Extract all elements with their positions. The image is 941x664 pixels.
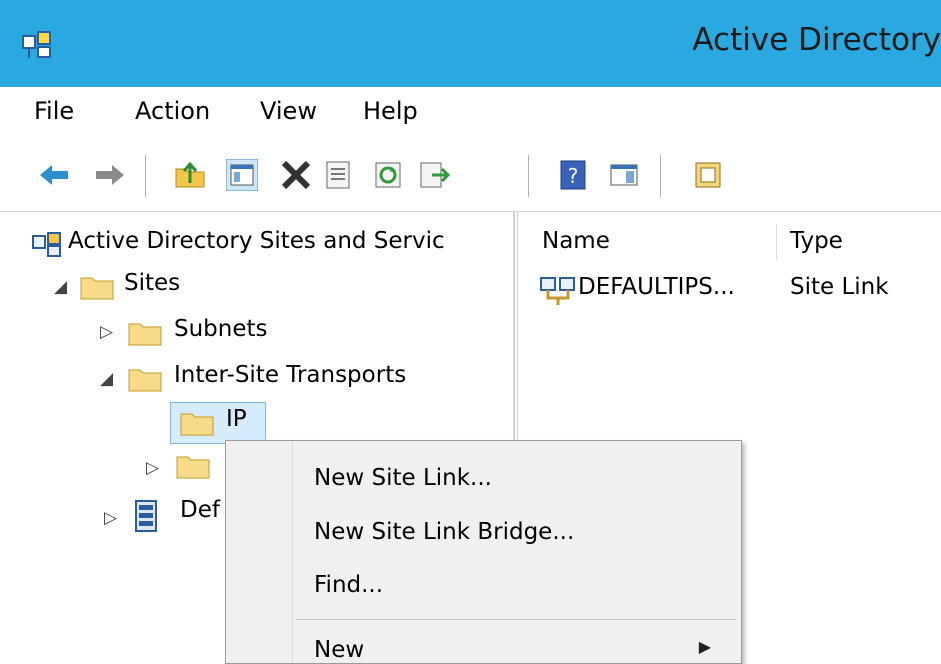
sites-and-services-icon (22, 31, 51, 58)
server-icon (135, 500, 157, 532)
refresh-icon[interactable] (372, 159, 404, 191)
column-divider[interactable] (776, 224, 777, 260)
folder-icon (176, 456, 210, 479)
menu-view[interactable]: View (260, 97, 317, 125)
svg-text:?: ? (568, 164, 579, 188)
show-hide-tree-icon[interactable] (226, 159, 258, 191)
toolbar-separator (660, 155, 661, 197)
submenu-arrow-icon: ▶ (698, 637, 711, 656)
column-header-type[interactable]: Type (790, 228, 843, 254)
list-item-type: Site Link (790, 274, 889, 300)
properties-icon[interactable] (322, 159, 354, 191)
folder-icon (128, 369, 162, 392)
menu-separator (296, 619, 736, 620)
action-pane-icon[interactable] (608, 159, 640, 191)
collapsed-arrow-icon[interactable]: ▷ (146, 458, 159, 478)
menu-help[interactable]: Help (363, 97, 418, 125)
expanded-arrow-icon[interactable]: ◢ (54, 277, 67, 297)
up-folder-icon[interactable] (174, 159, 206, 191)
folder-icon (128, 323, 162, 346)
tree-root-label[interactable]: Active Directory Sites and Servic (68, 228, 445, 254)
sites-and-services-icon (32, 232, 61, 257)
tree-item-inter-site-transports[interactable]: Inter-Site Transports (174, 362, 406, 388)
toolbar-separator (145, 155, 146, 197)
menu-action[interactable]: Action (135, 97, 210, 125)
new-window-icon[interactable] (692, 159, 724, 191)
menu-item-new-site-link[interactable]: New Site Link... (314, 465, 492, 491)
tree-item-sites[interactable]: Sites (124, 270, 180, 296)
delete-icon[interactable] (280, 159, 312, 191)
site-link-icon (540, 277, 575, 305)
collapsed-arrow-icon[interactable]: ▷ (104, 508, 117, 528)
back-icon[interactable] (38, 159, 70, 191)
menu-item-find[interactable]: Find... (314, 572, 383, 598)
toolbar-separator (528, 155, 529, 197)
tree-item-subnets[interactable]: Subnets (174, 316, 268, 342)
expanded-arrow-icon[interactable]: ◢ (100, 369, 113, 389)
toolbar: ? (0, 137, 941, 212)
folder-icon (180, 413, 214, 436)
collapsed-arrow-icon[interactable]: ▷ (100, 322, 113, 342)
tree-item-ip-label: IP (226, 406, 247, 432)
forward-icon[interactable] (94, 159, 126, 191)
help-icon[interactable]: ? (558, 159, 590, 191)
menu-item-new-site-link-bridge[interactable]: New Site Link Bridge... (314, 519, 574, 545)
list-item-name[interactable]: DEFAULTIPS... (578, 274, 735, 300)
menu-bar: File Action View Help (0, 87, 941, 137)
context-menu: New Site Link... New Site Link Bridge...… (225, 440, 742, 664)
export-list-icon[interactable] (418, 159, 450, 191)
folder-icon (80, 277, 114, 300)
tree-item-partial-label[interactable]: Def (180, 497, 220, 523)
window-title: Active Directory (692, 22, 941, 58)
title-bar: Active Directory (0, 0, 941, 87)
menu-file[interactable]: File (34, 97, 74, 125)
menu-item-new[interactable]: New (314, 637, 364, 663)
menu-gutter (292, 441, 293, 663)
column-header-name[interactable]: Name (542, 228, 610, 254)
